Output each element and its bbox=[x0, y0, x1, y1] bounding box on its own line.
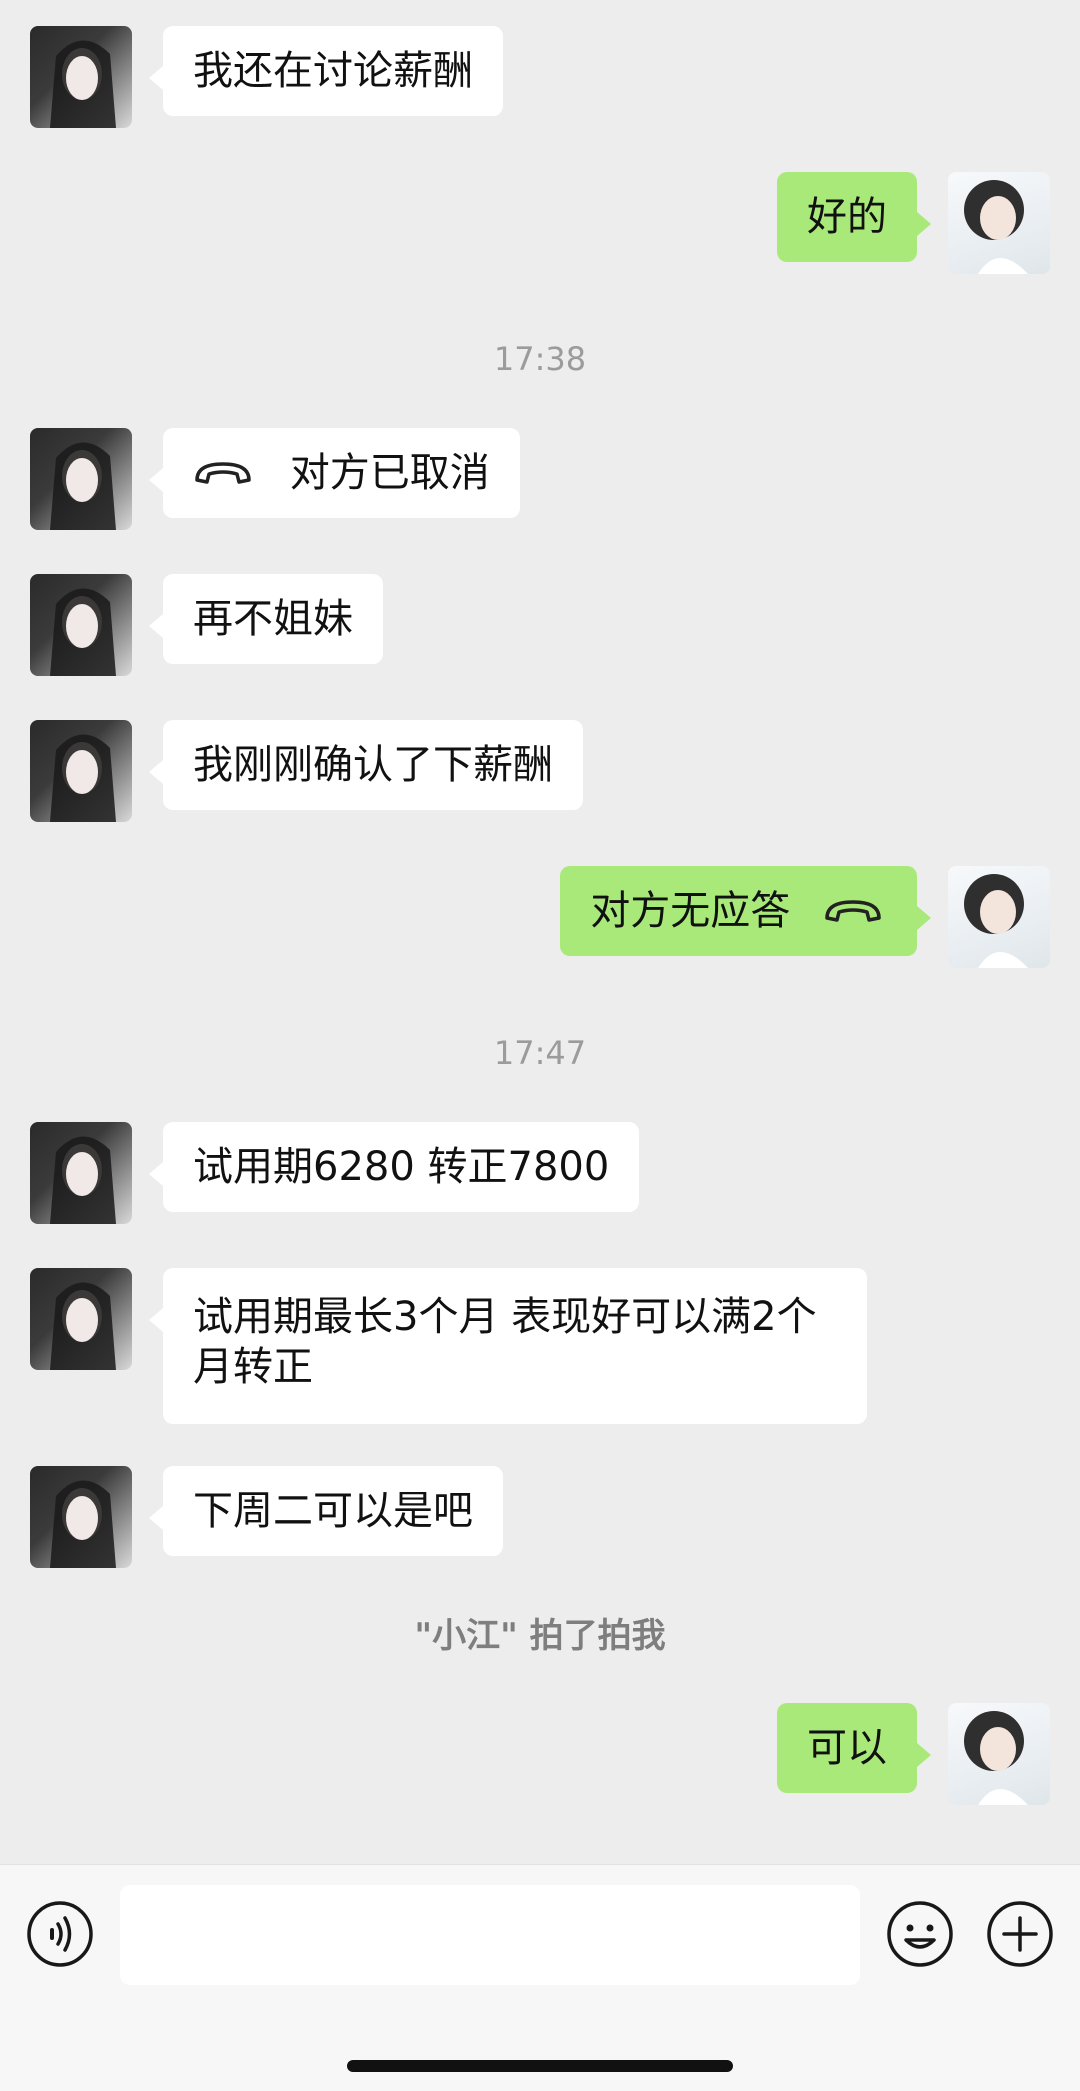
contact-avatar[interactable] bbox=[30, 574, 132, 676]
emoji-icon[interactable] bbox=[886, 1900, 954, 1968]
message-text: 我刚刚确认了下薪酬 bbox=[193, 742, 553, 788]
message-text: 好的 bbox=[807, 194, 887, 240]
message-text: 试用期最长3个月 表现好可以满2个月转正 bbox=[193, 1294, 817, 1390]
message-text: 可以 bbox=[807, 1725, 887, 1771]
voice-icon[interactable] bbox=[26, 1900, 94, 1968]
contact-avatar[interactable] bbox=[30, 428, 132, 530]
message-text: 试用期6280 转正7800 bbox=[193, 1144, 610, 1190]
message-text: 再不姐妹 bbox=[193, 596, 353, 642]
chat-area[interactable]: 我还在讨论薪酬 好的 17:38 对方已取消 再不姐妹 我刚刚确认了下薪酬 对方… bbox=[0, 0, 1080, 1864]
phone-icon bbox=[823, 886, 887, 936]
message-bubble[interactable]: 好的 bbox=[777, 172, 931, 262]
call-message-bubble[interactable]: 对方已取消 bbox=[149, 428, 520, 518]
home-indicator bbox=[347, 2060, 733, 2072]
message-bubble[interactable]: 下周二可以是吧 bbox=[149, 1466, 503, 1556]
contact-avatar[interactable] bbox=[30, 1466, 132, 1568]
message-bubble[interactable]: 我刚刚确认了下薪酬 bbox=[149, 720, 583, 810]
timestamp: 17:47 bbox=[493, 1034, 587, 1072]
message-bubble[interactable]: 我还在讨论薪酬 bbox=[149, 26, 503, 116]
phone-icon bbox=[193, 448, 257, 498]
message-input[interactable] bbox=[120, 1885, 860, 1985]
message-bubble[interactable]: 试用期6280 转正7800 bbox=[148, 1122, 640, 1212]
contact-avatar[interactable] bbox=[30, 1268, 132, 1370]
my-avatar[interactable] bbox=[948, 866, 1050, 968]
pat-notice: "小江" 拍了拍我 bbox=[414, 1616, 666, 1656]
my-avatar[interactable] bbox=[948, 172, 1050, 274]
message-text: 我还在讨论薪酬 bbox=[193, 48, 473, 94]
input-bar bbox=[0, 1864, 1080, 2091]
contact-avatar[interactable] bbox=[30, 720, 132, 822]
plus-icon[interactable] bbox=[986, 1900, 1054, 1968]
timestamp: 17:38 bbox=[493, 340, 587, 378]
message-bubble[interactable]: 可以 bbox=[777, 1703, 931, 1793]
message-text: 对方无应答 bbox=[590, 888, 791, 934]
message-bubble[interactable]: 再不姐妹 bbox=[149, 574, 383, 664]
message-bubble[interactable]: 试用期最长3个月 表现好可以满2个月转正 bbox=[149, 1268, 867, 1424]
contact-avatar[interactable] bbox=[30, 26, 132, 128]
contact-avatar[interactable] bbox=[30, 1122, 132, 1224]
my-avatar[interactable] bbox=[948, 1703, 1050, 1805]
call-message-bubble[interactable]: 对方无应答 bbox=[560, 866, 931, 956]
message-text: 下周二可以是吧 bbox=[193, 1488, 473, 1534]
message-text: 对方已取消 bbox=[289, 450, 490, 496]
